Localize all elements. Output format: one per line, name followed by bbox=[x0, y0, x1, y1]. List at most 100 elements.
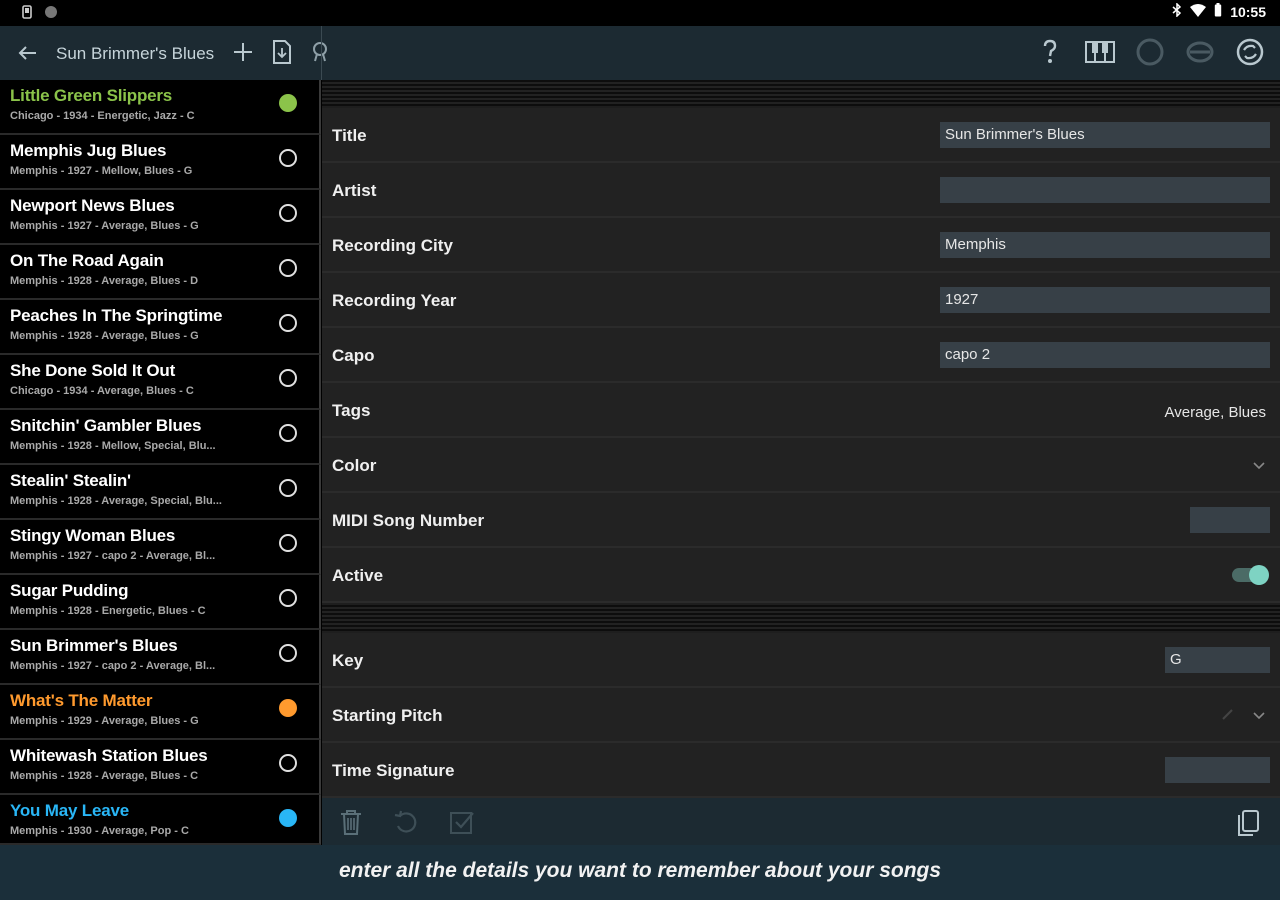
song-list-item[interactable]: Snitchin' Gambler Blues Memphis - 1928 -… bbox=[0, 410, 321, 465]
battery-icon bbox=[1214, 3, 1222, 20]
sync-icon[interactable] bbox=[1234, 36, 1266, 68]
midi-song-number-label: MIDI Song Number bbox=[332, 511, 485, 530]
starting-pitch-label: Starting Pitch bbox=[332, 706, 443, 725]
recording-city-input[interactable]: Memphis bbox=[940, 232, 1270, 258]
key-input[interactable]: G bbox=[1165, 647, 1270, 673]
key-row: Key G bbox=[322, 633, 1280, 688]
song-name: She Done Sold It Out bbox=[10, 361, 176, 380]
song-list-item[interactable]: She Done Sold It Out Chicago - 1934 - Av… bbox=[0, 355, 321, 410]
song-meta: Memphis - 1928 - Average, Blues - C bbox=[10, 770, 199, 782]
section-divider bbox=[322, 605, 1280, 631]
song-meta: Memphis - 1927 - Average, Blues - G bbox=[10, 220, 199, 232]
save-check-icon[interactable] bbox=[448, 808, 476, 841]
song-name: Snitchin' Gambler Blues bbox=[10, 416, 202, 435]
selection-dot[interactable] bbox=[279, 534, 297, 552]
selection-dot[interactable] bbox=[279, 94, 297, 112]
color-row[interactable]: Color bbox=[322, 438, 1280, 493]
song-list-item[interactable]: Stealin' Stealin' Memphis - 1928 - Avera… bbox=[0, 465, 321, 520]
song-list-item[interactable]: Little Green Slippers Chicago - 1934 - E… bbox=[0, 80, 321, 135]
song-name: Sun Brimmer's Blues bbox=[10, 636, 178, 655]
song-list-item[interactable]: Sun Brimmer's Blues Memphis - 1927 - cap… bbox=[0, 630, 321, 685]
recording-year-input[interactable]: 1927 bbox=[940, 287, 1270, 313]
tuner-icon[interactable] bbox=[1184, 36, 1216, 68]
promo-caption: enter all the details you want to rememb… bbox=[0, 845, 1280, 900]
selection-dot[interactable] bbox=[279, 314, 297, 332]
starting-pitch-row[interactable]: Starting Pitch bbox=[322, 688, 1280, 743]
help-icon[interactable] bbox=[1034, 36, 1066, 68]
section-divider bbox=[322, 80, 1280, 106]
selection-dot[interactable] bbox=[279, 754, 297, 772]
metronome-dial-icon[interactable] bbox=[1134, 36, 1166, 68]
song-name: Stingy Woman Blues bbox=[10, 526, 176, 545]
song-list-item[interactable]: Whitewash Station Blues Memphis - 1928 -… bbox=[0, 740, 321, 795]
song-meta: Memphis - 1927 - capo 2 - Average, Bl... bbox=[10, 660, 216, 672]
caption-text: enter all the details you want to rememb… bbox=[338, 859, 942, 882]
chevron-down-icon[interactable] bbox=[1252, 458, 1266, 476]
song-meta: Memphis - 1927 - Mellow, Blues - G bbox=[10, 165, 193, 177]
color-label: Color bbox=[332, 456, 377, 475]
chevron-down-icon[interactable] bbox=[1252, 708, 1266, 726]
selection-dot[interactable] bbox=[279, 259, 297, 277]
capo-label: Capo bbox=[332, 346, 375, 365]
title-input[interactable]: Sun Brimmer's Blues bbox=[940, 122, 1270, 148]
active-toggle[interactable] bbox=[1232, 565, 1269, 585]
selection-dot[interactable] bbox=[279, 589, 297, 607]
midi-song-number-input[interactable] bbox=[1190, 507, 1270, 533]
song-name: On The Road Again bbox=[10, 251, 164, 270]
song-meta: Memphis - 1928 - Average, Special, Blu..… bbox=[10, 495, 222, 507]
song-list-item[interactable]: Stingy Woman Blues Memphis - 1927 - capo… bbox=[0, 520, 321, 575]
tags-value[interactable]: Average, Blues bbox=[1165, 404, 1266, 421]
piano-keyboard-icon[interactable] bbox=[1084, 36, 1116, 68]
pane-divider bbox=[321, 26, 322, 80]
add-song-icon[interactable] bbox=[230, 38, 256, 71]
active-label: Active bbox=[332, 566, 384, 585]
recording-city-row: Recording City Memphis bbox=[322, 218, 1280, 273]
title-label: Title bbox=[332, 126, 367, 145]
status-bar: 10:55 bbox=[0, 0, 1280, 26]
recording-city-label: Recording City bbox=[332, 236, 453, 255]
song-list-item[interactable]: You May Leave Memphis - 1930 - Average, … bbox=[0, 795, 321, 845]
selection-dot[interactable] bbox=[279, 149, 297, 167]
copy-icon[interactable] bbox=[1234, 808, 1262, 843]
undo-icon[interactable] bbox=[392, 808, 420, 841]
song-list-item[interactable]: Sugar Pudding Memphis - 1928 - Energetic… bbox=[0, 575, 321, 630]
circle-status-icon bbox=[44, 5, 58, 24]
clock: 10:55 bbox=[1230, 3, 1266, 20]
song-list-item[interactable]: Newport News Blues Memphis - 1927 - Aver… bbox=[0, 190, 321, 245]
song-meta: Chicago - 1934 - Energetic, Jazz - C bbox=[10, 110, 195, 122]
selection-dot[interactable] bbox=[279, 369, 297, 387]
detail-toolbar bbox=[322, 798, 1280, 845]
selection-dot[interactable] bbox=[279, 699, 297, 717]
wifi-icon bbox=[1190, 3, 1207, 20]
artist-input[interactable] bbox=[940, 177, 1270, 203]
song-list-item[interactable]: Memphis Jug Blues Memphis - 1927 - Mello… bbox=[0, 135, 321, 190]
back-arrow-icon[interactable] bbox=[14, 39, 42, 67]
song-list-item[interactable]: On The Road Again Memphis - 1928 - Avera… bbox=[0, 245, 321, 300]
tags-label: Tags bbox=[332, 401, 371, 420]
artist-row: Artist bbox=[322, 163, 1280, 218]
song-list: Little Green Slippers Chicago - 1934 - E… bbox=[0, 80, 321, 845]
song-list-item[interactable]: What's The Matter Memphis - 1929 - Avera… bbox=[0, 685, 321, 740]
app-bar: Sun Brimmer's Blues bbox=[0, 26, 1280, 80]
midi-song-number-row: MIDI Song Number bbox=[322, 493, 1280, 548]
song-name: Little Green Slippers bbox=[10, 86, 173, 105]
tags-row[interactable]: Tags Average, Blues bbox=[322, 383, 1280, 438]
pencil-icon[interactable] bbox=[1220, 706, 1236, 727]
song-name: Whitewash Station Blues bbox=[10, 746, 208, 765]
song-meta: Memphis - 1928 - Mellow, Special, Blu... bbox=[10, 440, 216, 452]
selection-dot[interactable] bbox=[279, 644, 297, 662]
song-meta: Memphis - 1928 - Average, Blues - D bbox=[10, 275, 199, 287]
capo-input[interactable]: capo 2 bbox=[940, 342, 1270, 368]
trash-icon[interactable] bbox=[338, 808, 364, 841]
song-list-item[interactable]: Peaches In The Springtime Memphis - 1928… bbox=[0, 300, 321, 355]
capo-row: Capo capo 2 bbox=[322, 328, 1280, 383]
song-meta: Memphis - 1927 - capo 2 - Average, Bl... bbox=[10, 550, 216, 562]
selection-dot[interactable] bbox=[279, 204, 297, 222]
time-signature-input[interactable] bbox=[1165, 757, 1270, 783]
selection-dot[interactable] bbox=[279, 479, 297, 497]
import-document-icon[interactable] bbox=[270, 38, 294, 71]
selection-dot[interactable] bbox=[279, 809, 297, 827]
song-name: Peaches In The Springtime bbox=[10, 306, 223, 325]
song-meta: Memphis - 1929 - Average, Blues - G bbox=[10, 715, 199, 727]
selection-dot[interactable] bbox=[279, 424, 297, 442]
